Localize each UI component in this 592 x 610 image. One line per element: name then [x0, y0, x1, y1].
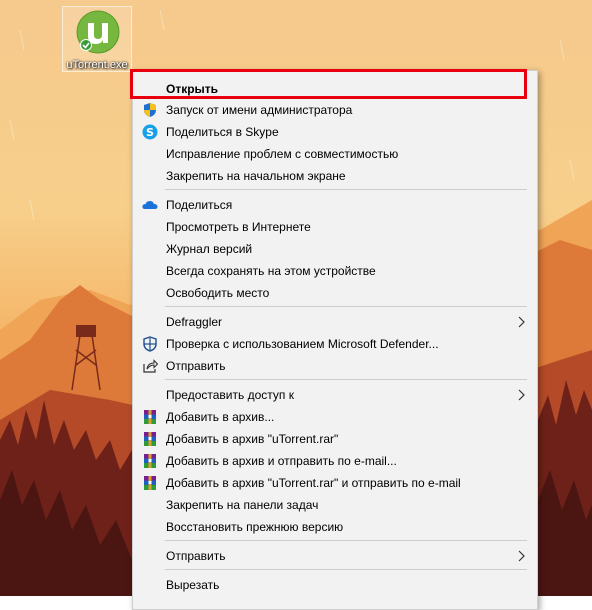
chevron-right-icon — [518, 389, 525, 401]
menu-separator — [165, 189, 527, 190]
menu-item-label: Закрепить на начальном экране — [166, 169, 346, 183]
menu-item-label: Восстановить прежнюю версию — [166, 520, 344, 534]
menu-item-defender-scan[interactable]: Проверка с использованием Microsoft Defe… — [133, 333, 537, 355]
menu-item-label: Поделиться — [166, 198, 233, 212]
menu-item-label: Закрепить на панели задач — [166, 498, 319, 512]
menu-item-pin-taskbar[interactable]: Закрепить на панели задач — [133, 494, 537, 516]
share-icon — [143, 359, 158, 373]
menu-item-label: Журнал версий — [166, 242, 253, 256]
menu-item-compat-troubleshoot[interactable]: Исправление проблем с совместимостью — [133, 143, 537, 165]
menu-item-pin-start[interactable]: Закрепить на начальном экране — [133, 165, 537, 187]
menu-separator — [165, 306, 527, 307]
svg-text:S: S — [146, 126, 154, 139]
context-menu: Открыть Запуск от имени администратора S… — [132, 70, 538, 610]
uac-shield-icon — [144, 103, 156, 117]
menu-item-label: Отправить — [166, 359, 226, 373]
menu-item-label: Запуск от имени администратора — [166, 103, 353, 117]
menu-item-label: Освободить место — [166, 286, 270, 300]
menu-separator — [165, 569, 527, 570]
menu-item-cut[interactable]: Вырезать — [133, 574, 537, 596]
winrar-icon — [144, 432, 156, 446]
winrar-icon — [144, 410, 156, 424]
menu-separator — [165, 379, 527, 380]
desktop-file-label: uTorrent.exe — [66, 59, 128, 71]
menu-item-label: Defraggler — [166, 315, 223, 329]
menu-item-label: Проверка с использованием Microsoft Defe… — [166, 337, 439, 351]
menu-item-defraggler[interactable]: Defraggler — [133, 311, 537, 333]
menu-item-give-access[interactable]: Предоставить доступ к — [133, 384, 537, 406]
menu-item-label: Добавить в архив "uTorrent.rar" и отправ… — [166, 476, 461, 490]
menu-item-label: Поделиться в Skype — [166, 125, 279, 139]
skype-icon: S — [142, 124, 158, 140]
chevron-right-icon — [518, 550, 525, 562]
menu-item-label: Вырезать — [166, 578, 220, 592]
utorrent-logo-icon — [76, 10, 120, 54]
menu-item-label: Добавить в архив и отправить по e-mail..… — [166, 454, 397, 468]
menu-item-add-archive-email[interactable]: Добавить в архив и отправить по e-mail..… — [133, 450, 537, 472]
menu-item-add-archive-rar[interactable]: Добавить в архив "uTorrent.rar" — [133, 428, 537, 450]
menu-item-label: Всегда сохранять на этом устройстве — [166, 264, 376, 278]
menu-item-version-history[interactable]: Журнал версий — [133, 238, 537, 260]
menu-item-add-archive[interactable]: Добавить в архив... — [133, 406, 537, 428]
menu-item-label: Просмотреть в Интернете — [166, 220, 311, 234]
menu-item-free-space[interactable]: Освободить место — [133, 282, 537, 304]
menu-item-send-to[interactable]: Отправить — [133, 545, 537, 567]
menu-item-send[interactable]: Отправить — [133, 355, 537, 377]
menu-item-label: Отправить — [166, 549, 226, 563]
defender-shield-icon — [143, 336, 157, 352]
menu-item-share-skype[interactable]: S Поделиться в Skype — [133, 121, 537, 143]
winrar-icon — [144, 454, 156, 468]
menu-item-label: Добавить в архив "uTorrent.rar" — [166, 432, 339, 446]
menu-item-view-online[interactable]: Просмотреть в Интернете — [133, 216, 537, 238]
onedrive-cloud-icon — [142, 201, 158, 209]
menu-item-restore-version[interactable]: Восстановить прежнюю версию — [133, 516, 537, 538]
highlight-box — [130, 69, 527, 99]
menu-item-add-archive-rar-email[interactable]: Добавить в архив "uTorrent.rar" и отправ… — [133, 472, 537, 494]
menu-item-share-onedrive[interactable]: Поделиться — [133, 194, 537, 216]
menu-item-label: Исправление проблем с совместимостью — [166, 147, 399, 161]
winrar-icon — [144, 476, 156, 490]
menu-item-label: Предоставить доступ к — [166, 388, 294, 402]
menu-item-label: Добавить в архив... — [166, 410, 275, 424]
desktop-file-utorrent[interactable]: uTorrent.exe — [62, 6, 132, 72]
chevron-right-icon — [518, 316, 525, 328]
menu-item-always-keep[interactable]: Всегда сохранять на этом устройстве — [133, 260, 537, 282]
menu-separator — [165, 540, 527, 541]
menu-item-run-as-admin[interactable]: Запуск от имени администратора — [133, 99, 537, 121]
